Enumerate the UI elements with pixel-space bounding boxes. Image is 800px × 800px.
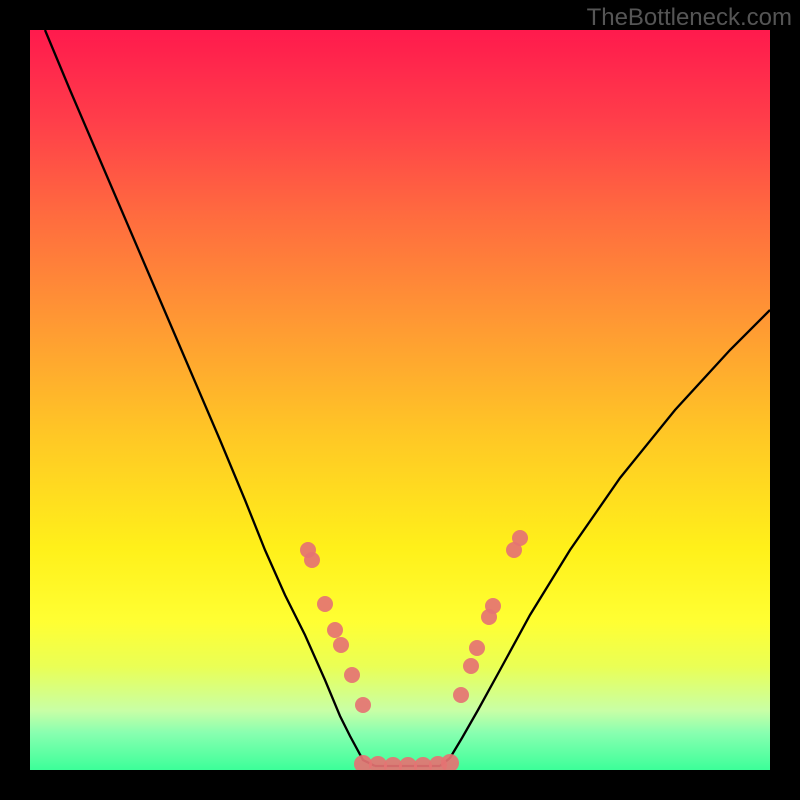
data-point <box>327 622 343 638</box>
data-point <box>441 754 459 770</box>
watermark-text: TheBottleneck.com <box>587 4 792 32</box>
data-point <box>304 552 320 568</box>
right-curve <box>440 310 770 766</box>
data-point <box>317 596 333 612</box>
outer-frame: TheBottleneck.com <box>0 0 800 800</box>
left-curve <box>45 30 375 766</box>
chart-svg-layer <box>30 30 770 770</box>
data-points-group <box>300 530 528 770</box>
data-point <box>469 640 485 656</box>
data-point <box>512 530 528 546</box>
data-point <box>453 687 469 703</box>
data-point <box>485 598 501 614</box>
data-point <box>355 697 371 713</box>
data-point <box>344 667 360 683</box>
data-point <box>354 755 372 770</box>
data-point <box>333 637 349 653</box>
curve-group <box>45 30 770 766</box>
data-point <box>463 658 479 674</box>
